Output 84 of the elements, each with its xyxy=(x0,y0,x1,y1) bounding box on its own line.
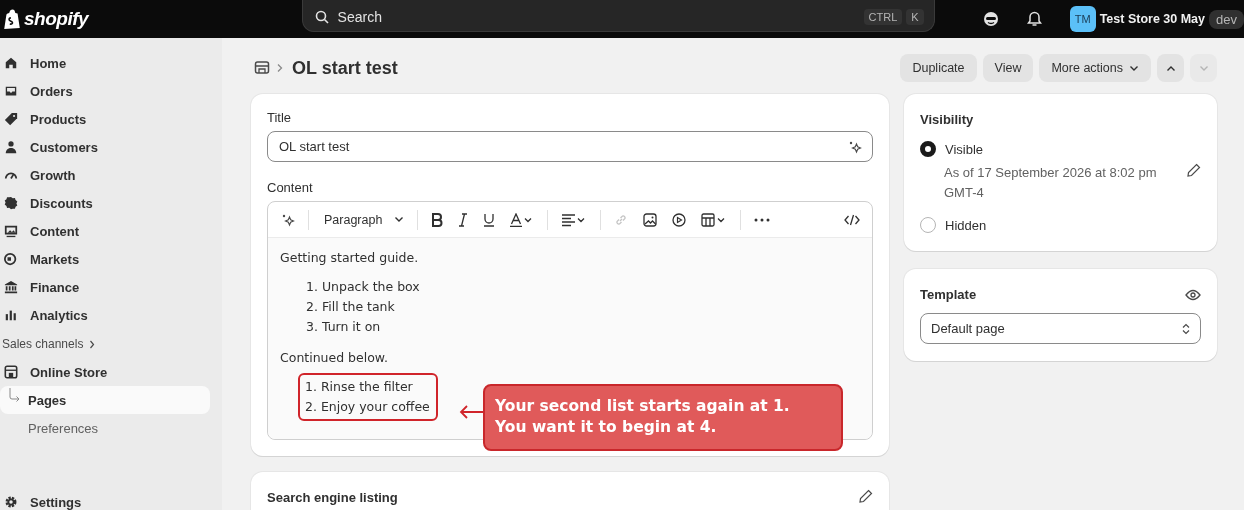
annotation-text: Your second list starts again at 1. xyxy=(495,396,791,417)
card-title: Visibility xyxy=(920,112,975,127)
visibility-date: As of 17 September 2026 at 8:02 pm GMT-4 xyxy=(944,164,1158,202)
bell-icon[interactable] xyxy=(1026,11,1042,27)
shopping-bag-icon xyxy=(3,9,21,29)
pencil-icon[interactable] xyxy=(1187,163,1201,177)
nav-item[interactable]: Discounts xyxy=(0,189,206,217)
search-icon xyxy=(314,9,329,24)
list-item: 2. Enjoy your coffee xyxy=(305,398,430,416)
annotation-text: You want it to begin at 4. xyxy=(495,417,718,438)
page-title: OL start test xyxy=(292,57,398,79)
paragraph: Getting started guide. xyxy=(280,250,420,265)
store-name[interactable]: Test Store 30 May xyxy=(1099,12,1206,26)
pencil-icon[interactable] xyxy=(859,489,873,503)
previous-button[interactable] xyxy=(1157,54,1184,82)
search-field[interactable]: Search CTRL K xyxy=(301,0,935,32)
image-icon xyxy=(4,224,18,238)
nav-item[interactable]: Orders xyxy=(0,77,206,105)
caret-icon xyxy=(1129,64,1139,72)
chevron-up-icon xyxy=(1165,64,1176,72)
tag-icon xyxy=(4,112,18,126)
card-title: Template xyxy=(920,287,977,302)
list-item: 2. Fill the tank xyxy=(306,298,396,316)
list-item: 1. Unpack the box xyxy=(306,278,421,296)
radio-button[interactable] xyxy=(920,141,936,157)
nav-item[interactable]: Products xyxy=(0,105,206,133)
shortcut-key: CTRL xyxy=(863,8,903,25)
block-style-dropdown[interactable]: Paragraph xyxy=(322,212,405,227)
action-button[interactable]: More actions xyxy=(1039,54,1151,82)
code-icon[interactable] xyxy=(844,213,860,226)
up-down-caret-icon xyxy=(1182,322,1190,335)
elbow-arrow-icon xyxy=(7,388,21,404)
underline-icon[interactable] xyxy=(483,212,496,227)
card-title: Search engine listing xyxy=(267,490,398,505)
avatar[interactable]: TM xyxy=(1069,6,1096,32)
caret-icon xyxy=(394,216,405,223)
title-field[interactable]: OL start test xyxy=(267,131,873,162)
nav-subitem[interactable]: Pages xyxy=(0,386,210,414)
logo-text[interactable]: shopify xyxy=(24,8,89,30)
nav-item[interactable]: Content xyxy=(0,217,206,245)
nav-item[interactable]: Online Store xyxy=(0,358,206,386)
field-label: Title xyxy=(267,110,293,125)
home-icon xyxy=(4,56,18,70)
nav-subitem[interactable]: Preferences xyxy=(0,414,210,442)
shortcut-key: K xyxy=(906,8,924,25)
nav-item[interactable]: Home xyxy=(0,49,206,77)
sparkle-icon[interactable] xyxy=(281,212,295,227)
field-label: Content xyxy=(267,180,314,195)
bank-icon xyxy=(4,280,18,294)
radio-label[interactable]: Visible xyxy=(945,141,984,157)
play-icon[interactable] xyxy=(672,212,687,227)
nav-item[interactable]: Analytics xyxy=(0,301,206,329)
search-input[interactable]: Search xyxy=(335,7,857,26)
list-item: 1. Rinse the filter xyxy=(305,378,414,396)
storefront-icon[interactable] xyxy=(254,60,270,76)
chevron-down-icon xyxy=(1198,64,1209,72)
store-badge: dev xyxy=(1209,9,1244,29)
nav-item[interactable]: Growth xyxy=(0,161,206,189)
section-link[interactable]: Sales channels xyxy=(0,330,222,358)
gear-icon xyxy=(4,495,18,509)
chevron-right-icon xyxy=(276,63,284,73)
template-select[interactable]: Default page xyxy=(920,313,1201,344)
person-icon xyxy=(4,140,18,154)
bold-icon[interactable] xyxy=(431,212,444,227)
nav-item[interactable]: Finance xyxy=(0,273,206,301)
eye-icon[interactable] xyxy=(1185,288,1201,301)
action-button[interactable]: View xyxy=(982,54,1034,82)
image-icon[interactable] xyxy=(643,212,658,227)
italic-icon[interactable] xyxy=(458,212,469,227)
more-icon[interactable] xyxy=(754,217,771,222)
sparkle-icon[interactable] xyxy=(848,139,862,154)
chevron-right-icon xyxy=(89,339,96,349)
storefront-icon xyxy=(4,365,18,379)
nav-item[interactable]: Settings xyxy=(0,488,206,510)
radio-label[interactable]: Hidden xyxy=(945,217,987,233)
action-button[interactable]: Duplicate xyxy=(900,54,977,82)
inbox-icon xyxy=(4,84,18,98)
nav-item[interactable]: Markets xyxy=(0,245,206,273)
paragraph: Continued below. xyxy=(280,350,389,365)
smiley-face-icon[interactable] xyxy=(982,11,999,27)
bar-chart-icon xyxy=(4,308,18,322)
list-item: 3. Turn it on xyxy=(306,318,382,336)
nav-item[interactable]: Customers xyxy=(0,133,206,161)
link-icon xyxy=(614,212,629,227)
